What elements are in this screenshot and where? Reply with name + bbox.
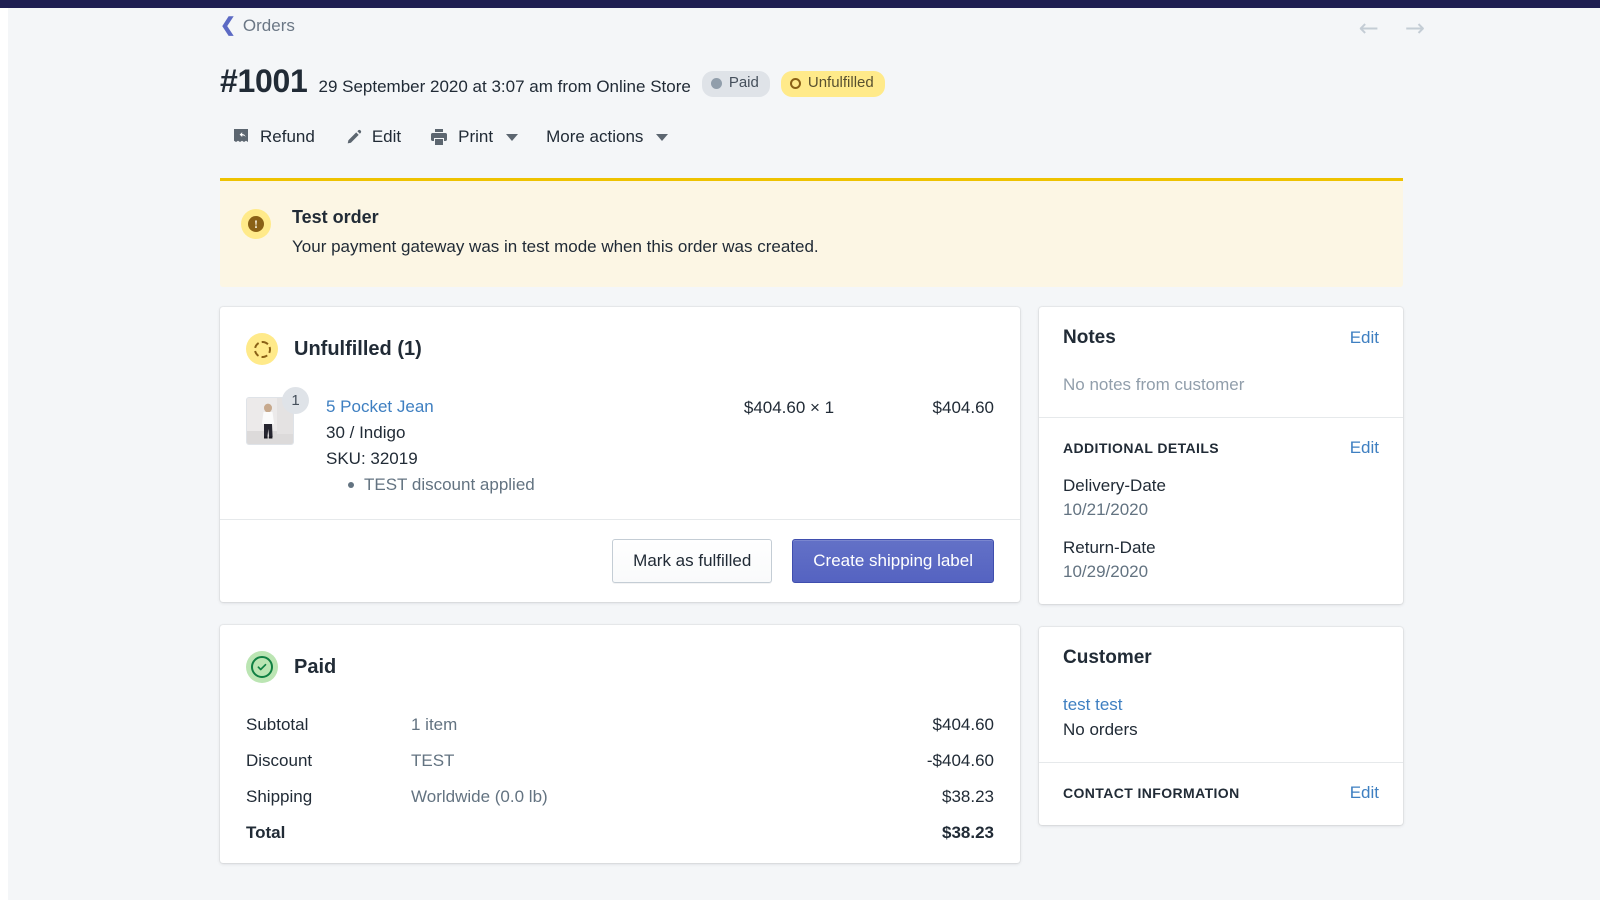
print-button[interactable]: Print [418,120,529,154]
order-meta: 29 September 2020 at 3:07 am from Online… [319,77,691,97]
status-badge-paid-label: Paid [729,74,759,93]
product-name-link[interactable]: 5 Pocket Jean [326,397,694,417]
summary-label: Shipping [246,787,411,807]
summary-row: Discount TEST -$404.60 [246,743,994,779]
customer-card: Customer test test No orders CONTACT INF… [1039,627,1403,825]
payment-summary-table: Subtotal 1 item $404.60 Discount TEST -$… [220,687,1020,863]
summary-amount: $38.23 [874,823,994,843]
chevron-down-icon [506,134,518,141]
summary-row: Shipping Worldwide (0.0 lb) $38.23 [246,779,994,815]
notes-title: Notes [1063,327,1116,349]
contact-information-title: CONTACT INFORMATION [1063,785,1240,801]
additional-details-edit-link[interactable]: Edit [1350,438,1379,458]
chevron-down-icon [656,134,668,141]
bullet-icon [348,482,354,488]
customer-order-count: No orders [1063,720,1379,740]
summary-row-total: Total $38.23 [246,815,994,851]
notes-empty-text: No notes from customer [1063,375,1379,395]
page-viewport: ❮ Orders ← → #1001 29 September 2020 at … [8,8,1600,900]
side-column: Notes Edit No notes from customer ADDITI… [1039,307,1403,848]
breadcrumb-label: Orders [243,16,295,36]
chevron-left-icon: ❮ [220,16,236,35]
discount-note: TEST discount applied [326,475,694,495]
breadcrumb-orders[interactable]: ❮ Orders [220,16,295,36]
payment-card: Paid Subtotal 1 item $404.60 Discount TE… [220,625,1020,863]
exclamation-glyph: ! [248,216,264,232]
detail-field-value: 10/29/2020 [1063,562,1379,582]
app-top-bar [0,0,1600,8]
contact-information-section: CONTACT INFORMATION Edit [1039,762,1403,825]
page-title-row: #1001 29 September 2020 at 3:07 am from … [220,63,885,100]
detail-field-name: Delivery-Date [1063,476,1379,496]
edit-button[interactable]: Edit [332,120,412,154]
quantity-badge: 1 [282,387,309,414]
unfulfilled-status-icon [246,333,278,365]
product-thumbnail-wrap: 1 [246,397,294,495]
refund-label: Refund [260,127,315,147]
filled-dot-icon [711,78,722,89]
summary-desc: Worldwide (0.0 lb) [411,787,874,807]
customer-title: Customer [1063,647,1152,669]
fulfillment-actions: Mark as fulfilled Create shipping label [220,519,1020,602]
alert-icon: ! [241,209,271,239]
page-title: #1001 [220,63,308,100]
summary-amount: $404.60 [874,715,994,735]
order-pagination: ← → [1359,16,1425,40]
more-actions-label: More actions [546,127,643,147]
status-badge-unfulfilled: Unfulfilled [781,71,885,97]
customer-name-link[interactable]: test test [1063,695,1379,715]
detail-field-name: Return-Date [1063,538,1379,558]
printer-icon [429,127,449,147]
summary-label: Discount [246,751,411,771]
payment-header: Paid [220,625,1020,687]
detail-field-value: 10/21/2020 [1063,500,1379,520]
arrow-right-icon[interactable]: → [1405,16,1425,40]
edit-label: Edit [372,127,401,147]
test-order-banner: ! Test order Your payment gateway was in… [220,178,1403,287]
arrow-left-icon[interactable]: ← [1359,16,1379,40]
notes-edit-link[interactable]: Edit [1350,328,1379,348]
print-label: Print [458,127,493,147]
line-item-total: $404.60 [884,397,994,495]
paid-status-icon [246,651,278,683]
notes-section: Notes Edit No notes from customer [1039,307,1403,417]
line-item-info: 5 Pocket Jean 30 / Indigo SKU: 32019 TES… [326,397,694,495]
summary-row: Subtotal 1 item $404.60 [246,707,994,743]
summary-amount: $38.23 [874,787,994,807]
banner-text: Your payment gateway was in test mode wh… [292,237,819,257]
summary-desc: 1 item [411,715,874,735]
fulfillment-card: Unfulfilled (1) [220,307,1020,602]
refund-button[interactable]: Refund [220,120,326,154]
notes-card: Notes Edit No notes from customer ADDITI… [1039,307,1403,604]
summary-label: Total [246,823,411,843]
product-variant: 30 / Indigo [326,423,694,443]
refund-icon [231,127,251,147]
mark-as-fulfilled-button[interactable]: Mark as fulfilled [612,539,772,583]
fulfillment-title: Unfulfilled (1) [294,338,422,361]
status-badge-paid: Paid [702,71,770,97]
create-shipping-label-button[interactable]: Create shipping label [792,539,994,583]
customer-section: Customer test test No orders [1039,627,1403,762]
additional-details-section: ADDITIONAL DETAILS Edit Delivery-Date 10… [1039,417,1403,604]
more-actions-button[interactable]: More actions [535,120,679,154]
line-item: 1 5 Pocket Jean 30 / Indigo SKU: 32019 T… [220,369,1020,519]
order-actions-toolbar: Refund Edit Print More actions [220,120,679,154]
status-badge-unfulfilled-label: Unfulfilled [808,74,874,93]
banner-title: Test order [292,207,819,228]
summary-label: Subtotal [246,715,411,735]
line-item-unit-price: $404.60 × 1 [694,397,884,495]
contact-information-edit-link[interactable]: Edit [1350,783,1379,803]
payment-title: Paid [294,656,336,679]
additional-details-title: ADDITIONAL DETAILS [1063,440,1219,456]
main-column: Unfulfilled (1) [220,307,1020,886]
summary-desc: TEST [411,751,874,771]
product-sku: SKU: 32019 [326,449,694,469]
pencil-icon [343,127,363,147]
fulfillment-header: Unfulfilled (1) [220,307,1020,369]
check-circle-glyph [251,656,273,678]
summary-amount: -$404.60 [874,751,994,771]
discount-note-label: TEST discount applied [364,475,535,495]
ring-dot-icon [790,78,801,89]
dashed-circle-glyph [254,341,271,358]
